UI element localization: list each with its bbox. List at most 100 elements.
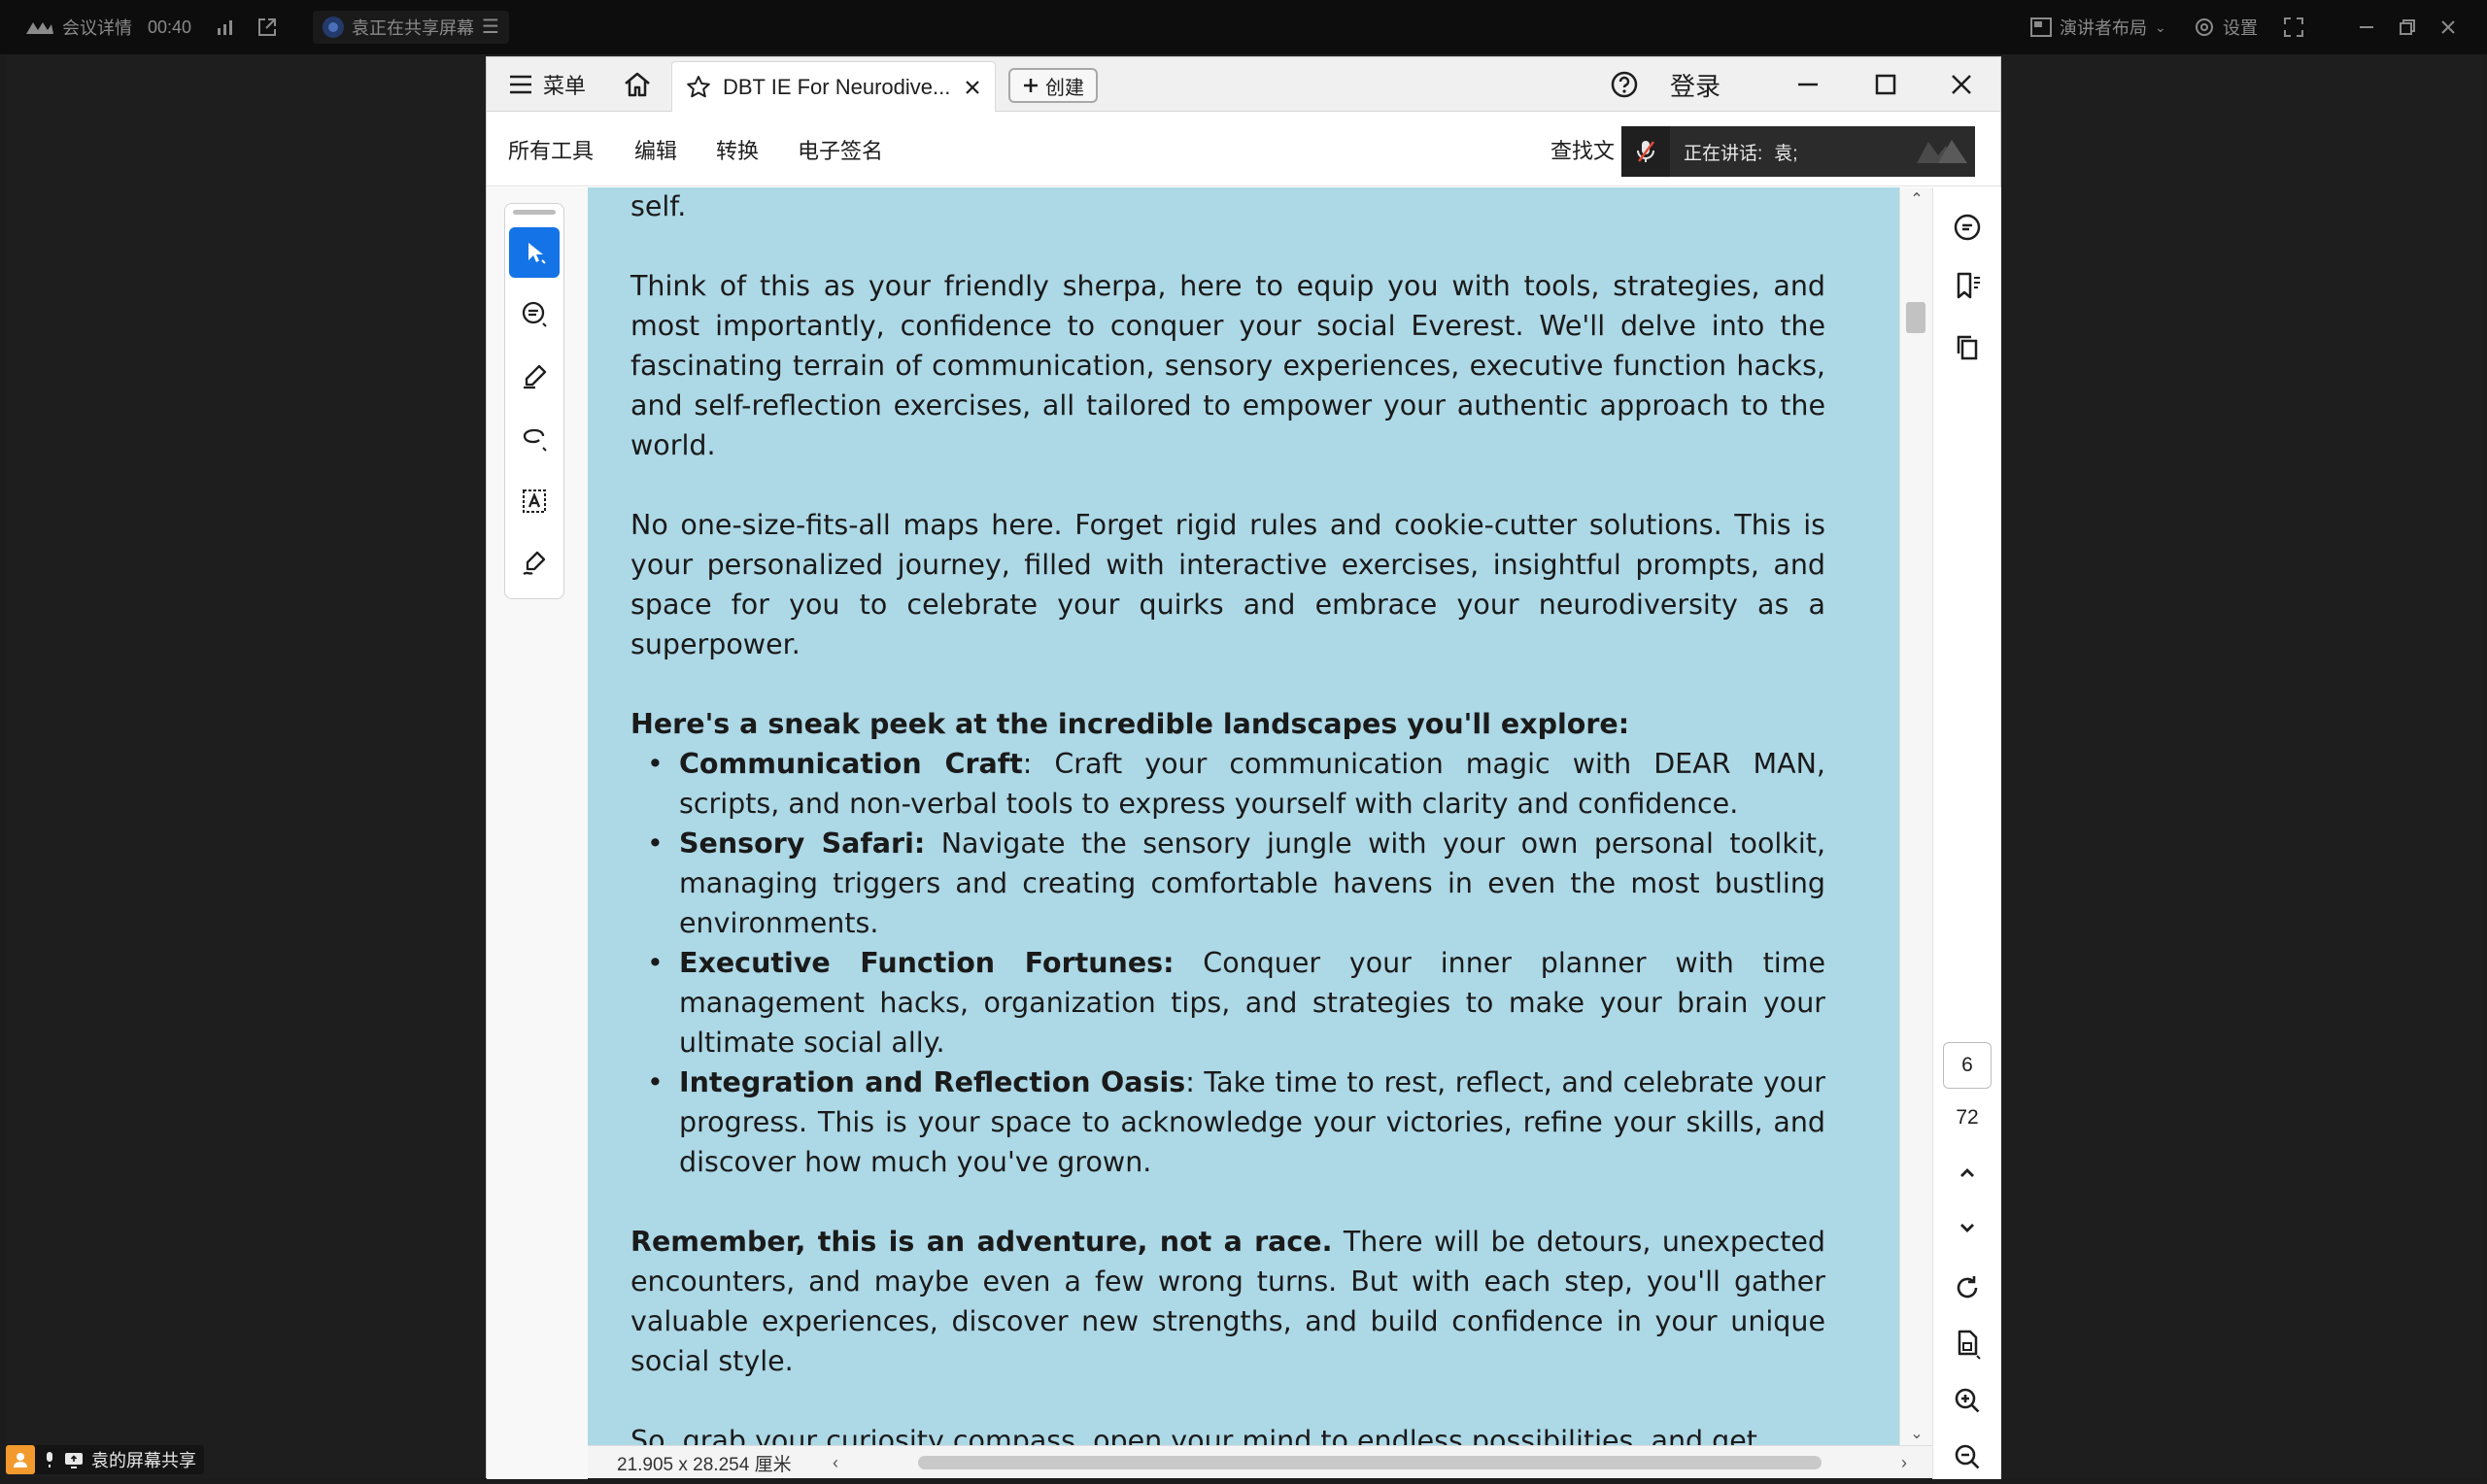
scroll-right-icon[interactable]: ›	[1890, 1446, 1919, 1479]
document-viewport[interactable]: self. Think of this as your friendly she…	[588, 187, 1899, 1445]
scroll-left-icon[interactable]: ‹	[821, 1446, 850, 1479]
fullscreen-icon[interactable]	[2283, 0, 2304, 54]
close-button[interactable]	[1923, 57, 2000, 112]
share-status-icon	[323, 17, 344, 38]
menu-convert[interactable]: 转换	[716, 113, 759, 186]
settings-label: 设置	[2223, 18, 2258, 38]
layout-label: 演讲者布局	[2060, 18, 2147, 38]
list-item-title: Executive Function Fortunes:	[679, 947, 1175, 979]
menu-all-tools[interactable]: 所有工具	[508, 113, 594, 186]
list-item-title: Integration and Reflection Oasis	[679, 1066, 1186, 1098]
title-bar: 菜单 DBT IE For Neurodive... 创建 登录	[487, 57, 2000, 112]
ai-assistant-button[interactable]	[1943, 203, 1992, 252]
tab-title: DBT IE For Neurodive...	[723, 74, 951, 99]
list-item: Executive Function Fortunes: Conquer you…	[647, 943, 1825, 1062]
minimize-icon	[1798, 83, 1818, 86]
meeting-restore-icon[interactable]	[2398, 0, 2417, 54]
maximize-button[interactable]	[1847, 57, 1925, 112]
vertical-scroll-thumb[interactable]	[1906, 302, 1925, 333]
paragraph-fragment: So, grab your curiosity compass, open yo…	[630, 1425, 1757, 1445]
settings-button[interactable]: 设置	[2194, 0, 2258, 54]
select-tool-button[interactable]	[509, 227, 560, 278]
login-button[interactable]: 登录	[1670, 57, 1720, 112]
previous-page-button[interactable]	[1943, 1149, 1992, 1197]
horizontal-scrollbar[interactable]: ‹ ›	[821, 1446, 1919, 1479]
create-button[interactable]: 创建	[1008, 68, 1098, 103]
sign-tool-button[interactable]	[509, 538, 560, 589]
copy-pages-icon	[1957, 335, 1978, 360]
list-heading-text: Here's a sneak peek at the incredible la…	[630, 708, 1630, 740]
plus-icon	[1024, 79, 1038, 92]
scroll-up-icon[interactable]: ⌃	[1900, 187, 1933, 211]
zoom-out-icon	[1955, 1444, 1980, 1469]
paragraph-fragment: self.	[630, 190, 687, 222]
help-icon	[1611, 71, 1638, 98]
list-item-title: Sensory Safari:	[679, 827, 926, 860]
popout-icon[interactable]	[256, 0, 278, 54]
home-button[interactable]	[623, 57, 652, 112]
pdf-reader-window: 菜单 DBT IE For Neurodive... 创建 登录 所有工具 编辑…	[486, 56, 2001, 1479]
text-box-tool-button[interactable]	[509, 476, 560, 526]
list-item: Communication Craft: Craft your communic…	[647, 744, 1825, 824]
pages-button[interactable]	[1943, 323, 1992, 372]
maximize-icon	[1875, 74, 1896, 95]
star-icon[interactable]	[686, 75, 711, 100]
freehand-tool-button[interactable]	[509, 414, 560, 464]
page-text-content: self. Think of this as your friendly she…	[630, 187, 1825, 1445]
left-tool-rail	[487, 187, 588, 1479]
cursor-arrow-icon	[528, 243, 546, 264]
home-icon	[625, 72, 650, 97]
document-tab[interactable]: DBT IE For Neurodive...	[671, 61, 996, 112]
menu-edit[interactable]: 编辑	[634, 113, 677, 186]
screen-share-indicator[interactable]: 袁的屏幕共享	[6, 1445, 204, 1474]
menu-button[interactable]: 菜单	[508, 57, 586, 112]
chevron-down-icon: ⌄	[2155, 19, 2166, 35]
speaking-indicator: 正在讲话: 袁;	[1621, 126, 1975, 177]
help-button[interactable]	[1610, 57, 1639, 112]
close-tab-icon[interactable]	[964, 79, 981, 96]
scroll-down-icon[interactable]: ⌄	[1900, 1422, 1933, 1445]
menu-lines-icon: ☰	[482, 17, 499, 38]
zoom-out-button[interactable]	[1943, 1433, 1992, 1481]
paragraph: No one-size-fits-all maps here. Forget r…	[630, 509, 1825, 660]
bookmarks-button[interactable]	[1943, 261, 1992, 310]
next-page-button[interactable]	[1943, 1203, 1992, 1252]
rotate-button[interactable]	[1943, 1264, 1992, 1312]
right-panel-rail: 6 72	[1932, 187, 2001, 1479]
total-pages: 72	[1956, 1106, 1979, 1129]
meeting-timer: 00:40	[148, 0, 191, 54]
ai-assistant-icon	[1954, 214, 1981, 241]
list-item: Integration and Reflection Oasis: Take t…	[647, 1062, 1825, 1182]
pdf-page: self. Think of this as your friendly she…	[588, 187, 1899, 1445]
minimize-button[interactable]	[1769, 57, 1847, 112]
menu-e-signature[interactable]: 电子签名	[798, 113, 883, 186]
vertical-scrollbar[interactable]: ⌃ ⌄	[1899, 187, 1932, 1445]
meeting-close-icon[interactable]	[2438, 0, 2458, 54]
layout-button[interactable]: 演讲者布局 ⌄	[2030, 0, 2166, 54]
lasso-draw-icon	[523, 428, 547, 452]
speaker-avatar-placeholder-icon	[1917, 140, 1967, 163]
sharing-status[interactable]: 袁正在共享屏幕 ☰	[313, 0, 509, 54]
find-text-button[interactable]: 查找文	[1550, 113, 1615, 186]
page-fit-button[interactable]	[1943, 1320, 1992, 1368]
speaking-label: 正在讲话:	[1684, 143, 1763, 164]
zoom-in-button[interactable]	[1943, 1376, 1992, 1425]
horizontal-scroll-thumb[interactable]	[918, 1456, 1822, 1469]
comment-tool-button[interactable]	[509, 289, 560, 340]
meeting-top-bar: 会议详情 00:40 袁正在共享屏幕 ☰ 演讲者布局 ⌄ 设置	[0, 0, 2487, 54]
menu-label: 菜单	[543, 74, 587, 98]
highlight-tool-button[interactable]	[509, 352, 560, 402]
signature-pen-icon	[523, 551, 546, 575]
meeting-details-button[interactable]: 会议详情	[25, 0, 132, 54]
chevron-up-icon	[1960, 1168, 1974, 1177]
create-label: 创建	[1045, 77, 1084, 99]
login-label: 登录	[1670, 71, 1721, 101]
gear-icon	[2196, 18, 2213, 36]
signal-icon[interactable]	[216, 0, 235, 54]
current-page-input[interactable]: 6	[1943, 1042, 1992, 1089]
comment-icon	[522, 301, 547, 327]
meeting-minimize-icon[interactable]	[2357, 0, 2376, 54]
page-size-readout: 21.905 x 28.254 厘米	[617, 1454, 792, 1475]
user-avatar-icon	[6, 1445, 35, 1474]
palette-drag-handle[interactable]	[513, 210, 556, 215]
